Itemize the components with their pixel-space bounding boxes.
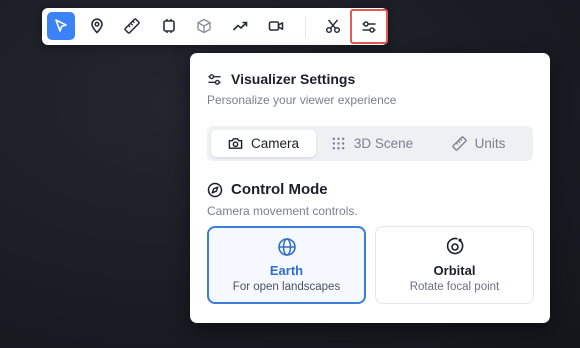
earth-mode-name: Earth <box>269 263 304 278</box>
control-mode-subtitle: Camera movement controls. <box>207 204 358 218</box>
ruler-icon <box>124 18 140 34</box>
toolbar-divider <box>305 16 306 38</box>
trending-line-icon <box>232 21 248 31</box>
path-tool-button[interactable] <box>226 12 254 40</box>
record-tool-button[interactable] <box>262 12 290 40</box>
orbit-icon <box>446 237 463 255</box>
cut-tool-button[interactable] <box>319 12 347 40</box>
cube-icon <box>197 18 211 34</box>
toolbar <box>42 8 388 45</box>
camera-icon <box>228 138 243 149</box>
area-tool-button[interactable] <box>155 12 183 40</box>
panel-header: Visualizer Settings <box>207 71 355 87</box>
tab-units[interactable]: Units <box>428 130 529 157</box>
ruler-icon <box>451 136 467 151</box>
panel-title: Visualizer Settings <box>231 71 356 87</box>
video-camera-icon <box>268 21 284 31</box>
measure-tool-button[interactable] <box>118 12 146 40</box>
panel-subtitle: Personalize your viewer experience <box>207 93 397 107</box>
control-mode-header: Control Mode <box>207 181 328 198</box>
select-tool-button[interactable] <box>47 12 75 40</box>
cursor-arrow-icon <box>55 19 67 32</box>
tab-camera-label: Camera <box>250 136 299 151</box>
earth-mode-description: For open landscapes <box>232 281 341 293</box>
marker-tool-button[interactable] <box>83 12 111 40</box>
orbital-mode-option[interactable]: Orbital Rotate focal point <box>375 226 534 304</box>
sliders-icon <box>208 73 221 85</box>
earth-mode-option[interactable]: Earth For open landscapes <box>207 226 366 304</box>
orbital-mode-name: Orbital <box>433 263 476 278</box>
grid-dots-icon <box>332 137 345 150</box>
tab-3d-scene[interactable]: 3D Scene <box>320 130 424 157</box>
visualizer-settings-panel: Visualizer Settings Personalize your vie… <box>190 53 550 323</box>
object-tool-button[interactable] <box>190 12 218 40</box>
tab-units-label: Units <box>474 136 506 151</box>
scissors-icon <box>325 19 341 34</box>
map-pin-icon <box>91 18 103 34</box>
settings-tool-button[interactable] <box>350 9 388 44</box>
globe-icon <box>277 238 296 256</box>
tab-3d-scene-label: 3D Scene <box>353 136 414 151</box>
compass-icon <box>207 182 223 197</box>
frame-icon <box>163 19 175 33</box>
control-mode-title: Control Mode <box>231 181 328 198</box>
tab-camera[interactable]: Camera <box>211 130 316 157</box>
orbital-mode-description: Rotate focal point <box>409 281 500 293</box>
sliders-icon <box>362 20 376 33</box>
settings-tabs: Camera 3D Scene Units <box>207 126 533 161</box>
